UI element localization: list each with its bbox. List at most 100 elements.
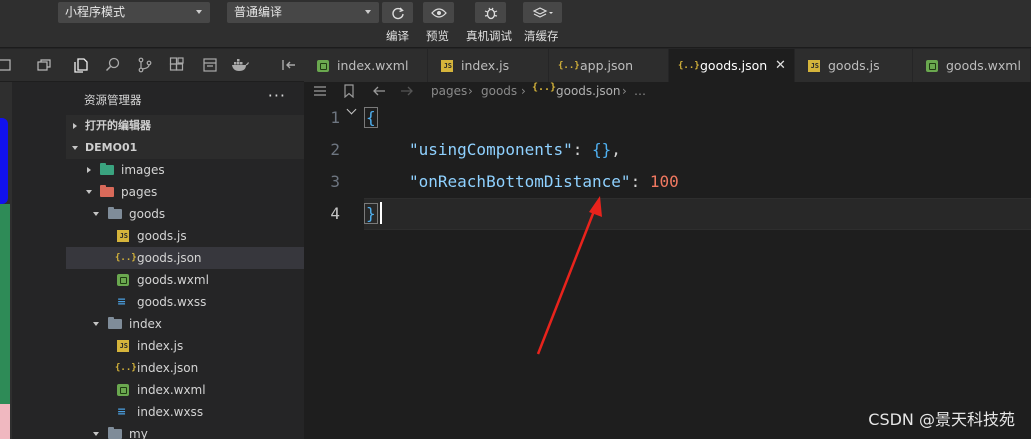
window-icon[interactable] (35, 56, 53, 74)
tab-label: app.json (580, 58, 634, 73)
top-toolbar: 小程序模式 普通编译 编译 预览 真机调试 清缓存 (0, 0, 1031, 48)
chevron-down-icon (365, 10, 371, 14)
list-icon[interactable] (313, 85, 327, 97)
eye-icon (430, 7, 447, 18)
simulator-pink-area (0, 404, 10, 439)
explorer-panel: 资源管理器 ··· 打开的编辑器 DEMO01 images pages goo… (66, 82, 304, 439)
bug-icon (484, 7, 497, 19)
breadcrumb-item-goods[interactable]: goods (481, 82, 517, 100)
tree-file-goods-wxss[interactable]: ≡ goods.wxss (66, 291, 304, 313)
tree-file-goods-json[interactable]: {..} goods.json (66, 247, 304, 269)
tab-goods-js[interactable]: JS goods.js (795, 49, 913, 82)
wxml-file-icon (117, 384, 129, 396)
chevron-down-icon (86, 190, 92, 194)
chevron-down-icon (196, 10, 202, 14)
js-file-icon: JS (441, 60, 453, 72)
tree-label: pages (121, 185, 158, 199)
tree-label: index.js (137, 339, 184, 353)
tree-file-goods-wxml[interactable]: goods.wxml (66, 269, 304, 291)
tree-folder-pages[interactable]: pages (66, 181, 304, 203)
tree-label: goods.wxml (137, 273, 209, 287)
chevron-down-icon (93, 432, 99, 436)
files-icon[interactable] (72, 56, 90, 74)
debug-label: 真机调试 (466, 29, 512, 43)
real-device-debug-button[interactable] (475, 2, 506, 23)
tab-index-wxml[interactable]: index.wxml (304, 49, 428, 82)
close-icon[interactable]: ✕ (775, 49, 786, 82)
tab-app-json[interactable]: {..} app.json (549, 49, 669, 82)
code-editor[interactable]: 1 2 3 4 { "usingComponents": {}, "onReac… (304, 102, 1031, 439)
preview-button[interactable] (423, 2, 454, 23)
compile-mode-value: 普通编译 (234, 5, 283, 19)
tree-label: index.wxml (137, 383, 206, 397)
watermark: CSDN @景天科技苑 (868, 410, 1015, 429)
tree-folder-my[interactable]: my (66, 423, 304, 439)
panel-icon[interactable] (0, 56, 13, 74)
sidebar-icon-bar (0, 49, 304, 82)
tree-folder-goods[interactable]: goods (66, 203, 304, 225)
wxml-file-icon (926, 60, 938, 72)
more-icon[interactable]: ··· (268, 86, 286, 105)
extensions-icon[interactable] (168, 56, 186, 74)
tab-index-js[interactable]: JS index.js (428, 49, 549, 82)
wxss-file-icon: ≡ (117, 295, 127, 308)
layers-icon (532, 6, 553, 18)
tree-label: goods.js (137, 229, 187, 243)
clear-cache-button[interactable] (523, 2, 562, 23)
wxss-file-icon: ≡ (117, 405, 127, 418)
collapse-panel-icon[interactable] (280, 56, 298, 74)
source-control-icon[interactable] (136, 56, 154, 74)
tree-folder-index[interactable]: index (66, 313, 304, 335)
refresh-icon (391, 7, 404, 19)
tab-goods-wxml[interactable]: goods.wxml (913, 49, 1031, 82)
chevron-right-icon (73, 123, 77, 129)
open-editors-label: 打开的编辑器 (85, 119, 151, 132)
json-file-icon: {..} (532, 82, 557, 93)
debug-panel-icon[interactable] (201, 56, 219, 74)
folder-icon (100, 185, 114, 197)
tree-label: index.json (137, 361, 199, 375)
simulator-green-area (0, 204, 10, 404)
project-section[interactable]: DEMO01 (66, 137, 304, 159)
folder-icon (108, 207, 122, 219)
forward-arrow-icon[interactable] (400, 85, 414, 97)
json-file-icon: {..} (115, 253, 137, 263)
tree-file-goods-js[interactable]: JS goods.js (66, 225, 304, 247)
breadcrumb-item-file[interactable]: goods.json (556, 82, 621, 100)
tree-file-index-wxss[interactable]: ≡ index.wxss (66, 401, 304, 423)
tab-goods-json[interactable]: {..} goods.json ✕ (669, 49, 795, 82)
tree-folder-images[interactable]: images (66, 159, 304, 181)
chevron-right-icon (87, 167, 91, 173)
editor-tabs: index.wxml JS index.js {..} app.json {..… (304, 49, 1031, 82)
json-file-icon: {..} (678, 61, 700, 71)
tab-label: index.js (461, 58, 510, 73)
mode-select[interactable]: 小程序模式 (58, 2, 210, 23)
tab-label: goods.json (700, 58, 768, 73)
bookmark-icon[interactable] (343, 84, 355, 98)
compile-button[interactable] (382, 2, 413, 23)
search-icon[interactable] (104, 56, 122, 74)
chevron-right-icon: › (521, 84, 526, 98)
tree-file-index-js[interactable]: JS index.js (66, 335, 304, 357)
js-file-icon: JS (117, 230, 129, 242)
compile-mode-select[interactable]: 普通编译 (227, 2, 379, 23)
chevron-down-icon (93, 322, 99, 326)
breadcrumb-more[interactable]: … (634, 82, 646, 100)
compile-label: 编译 (386, 29, 409, 43)
annotation-arrow (536, 196, 602, 355)
tab-label: goods.js (828, 58, 880, 73)
project-label: DEMO01 (85, 141, 138, 154)
json-file-icon: {..} (115, 363, 137, 373)
wxml-file-icon (317, 60, 329, 72)
open-editors-section[interactable]: 打开的编辑器 (66, 115, 304, 137)
tree-label: goods (129, 207, 166, 221)
docker-icon[interactable] (231, 56, 249, 74)
folder-icon (108, 317, 122, 329)
back-arrow-icon[interactable] (372, 85, 386, 97)
simulator-blue-element (0, 118, 8, 204)
tree-file-index-wxml[interactable]: index.wxml (66, 379, 304, 401)
tree-label: goods.json (137, 251, 202, 265)
breadcrumb-item-pages[interactable]: pages (431, 82, 467, 100)
folder-icon (100, 163, 114, 175)
tree-file-index-json[interactable]: {..} index.json (66, 357, 304, 379)
